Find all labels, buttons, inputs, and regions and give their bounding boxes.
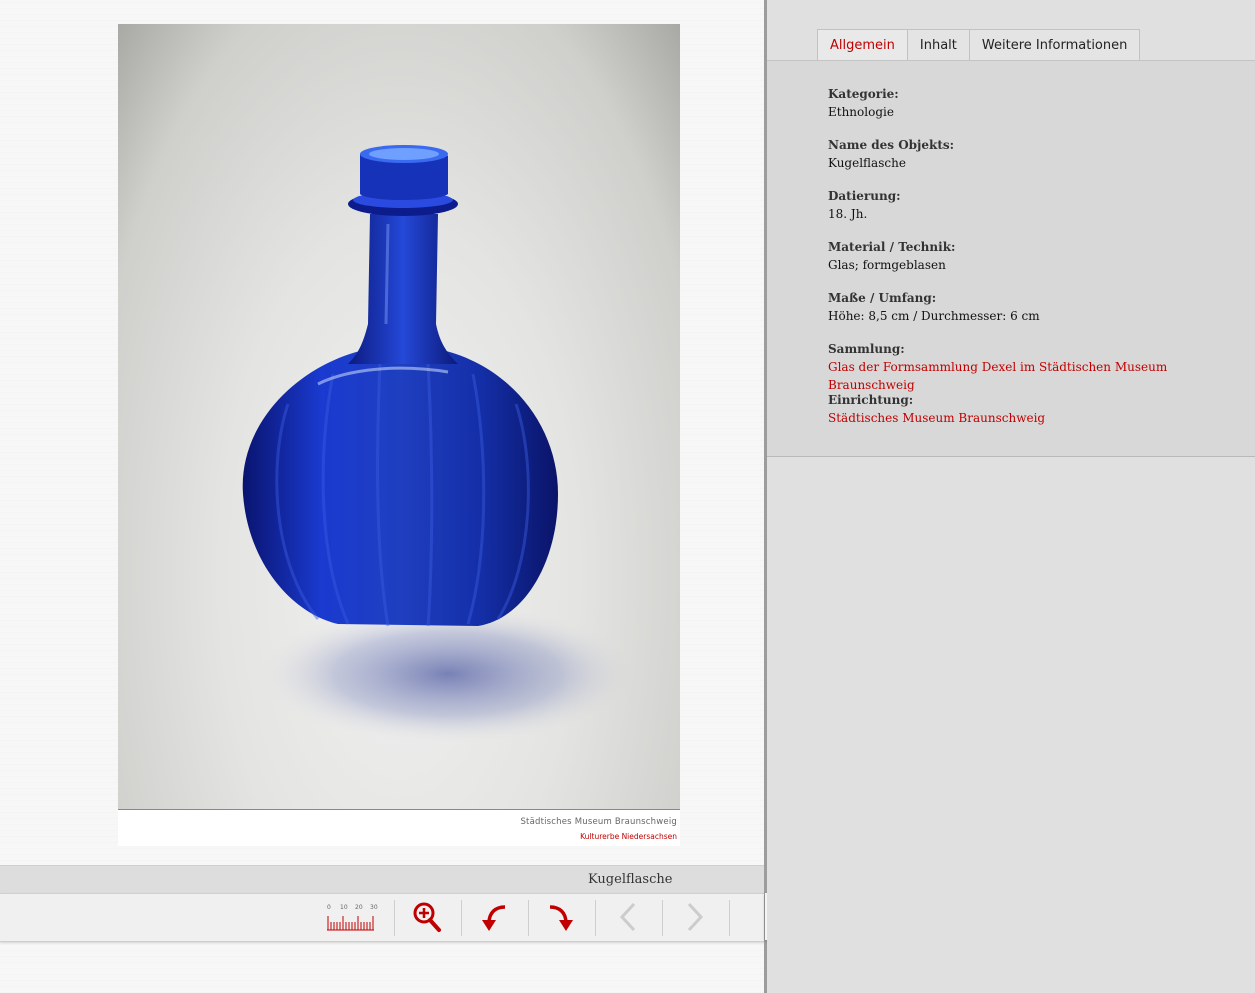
rotate-right-button[interactable] <box>531 896 591 938</box>
scale-ruler: 0 10 20 30 <box>326 904 378 932</box>
field-value: 18. Jh. <box>828 207 868 221</box>
viewer-toolbar: 0 10 20 30 <box>0 893 812 942</box>
image-caption: Kugelflasche <box>588 872 673 887</box>
field-label: Einrichtung: <box>828 393 914 407</box>
field-value: Ethnologie <box>828 105 894 119</box>
field-value: Kugelflasche <box>828 156 906 170</box>
field-einrichtung: Einrichtung: Städtisches Museum Braunsch… <box>828 391 1045 427</box>
field-label: Name des Objekts: <box>828 138 955 152</box>
field-datierung: Datierung: 18. Jh. <box>828 187 901 223</box>
rotate-left-button[interactable] <box>464 896 524 938</box>
image-credit-network: Kulturerbe Niedersachsen <box>580 832 677 841</box>
image-credit-institution: Städtisches Museum Braunschweig <box>520 817 677 827</box>
field-material-technik: Material / Technik: Glas; formgeblasen <box>828 238 955 274</box>
toolbar-separator <box>461 900 462 936</box>
field-label: Sammlung: <box>828 342 905 356</box>
toolbar-separator <box>528 900 529 936</box>
sammlung-link[interactable]: Glas der Formsammlung Dexel im Städtisch… <box>828 358 1255 394</box>
tab-panel-allgemein: Kategorie: Ethnologie Name des Objekts: … <box>767 60 1255 457</box>
field-label: Datierung: <box>828 189 901 203</box>
zoom-in-button[interactable] <box>397 896 457 938</box>
rotate-right-icon <box>549 905 573 931</box>
tab-inhalt[interactable]: Inhalt <box>906 29 970 60</box>
chevron-right-icon <box>687 902 704 932</box>
object-info-pane: Allgemein Inhalt Weitere Informationen K… <box>767 0 1255 993</box>
tab-allgemein[interactable]: Allgemein <box>817 29 908 60</box>
field-label: Maße / Umfang: <box>828 291 937 305</box>
chevron-left-icon <box>619 902 636 932</box>
object-image-frame: Städtisches Museum Braunschweig Kulturer… <box>118 24 680 846</box>
zoom-in-icon <box>413 902 441 932</box>
toolbar-separator <box>394 900 395 936</box>
info-tabs: Allgemein Inhalt Weitere Informationen <box>817 29 1141 60</box>
toolbar-separator <box>729 900 730 936</box>
image-viewer: Städtisches Museum Braunschweig Kulturer… <box>0 0 812 993</box>
caption-bar: Kugelflasche <box>0 865 765 893</box>
field-label: Material / Technik: <box>828 240 956 254</box>
tab-weitere-informationen[interactable]: Weitere Informationen <box>968 29 1141 60</box>
field-sammlung: Sammlung: Glas der Formsammlung Dexel im… <box>828 340 1255 394</box>
object-photo[interactable] <box>118 24 680 810</box>
toolbar-separator <box>662 900 663 936</box>
field-value: Höhe: 8,5 cm / Durchmesser: 6 cm <box>828 309 1040 323</box>
field-name-des-objekts: Name des Objekts: Kugelflasche <box>828 136 954 172</box>
field-kategorie: Kategorie: Ethnologie <box>828 85 899 121</box>
ruler-icon <box>327 916 374 931</box>
field-masse-umfang: Maße / Umfang: Höhe: 8,5 cm / Durchmesse… <box>828 289 1040 325</box>
field-label: Kategorie: <box>828 87 899 101</box>
next-image-button-disabled[interactable] <box>665 896 725 938</box>
field-value: Glas; formgeblasen <box>828 258 946 272</box>
einrichtung-link[interactable]: Städtisches Museum Braunschweig <box>828 409 1045 427</box>
previous-image-button[interactable] <box>598 896 658 938</box>
rotate-left-icon <box>482 905 506 931</box>
blue-glass-bottle-image <box>242 145 638 744</box>
toolbar-separator <box>595 900 596 936</box>
